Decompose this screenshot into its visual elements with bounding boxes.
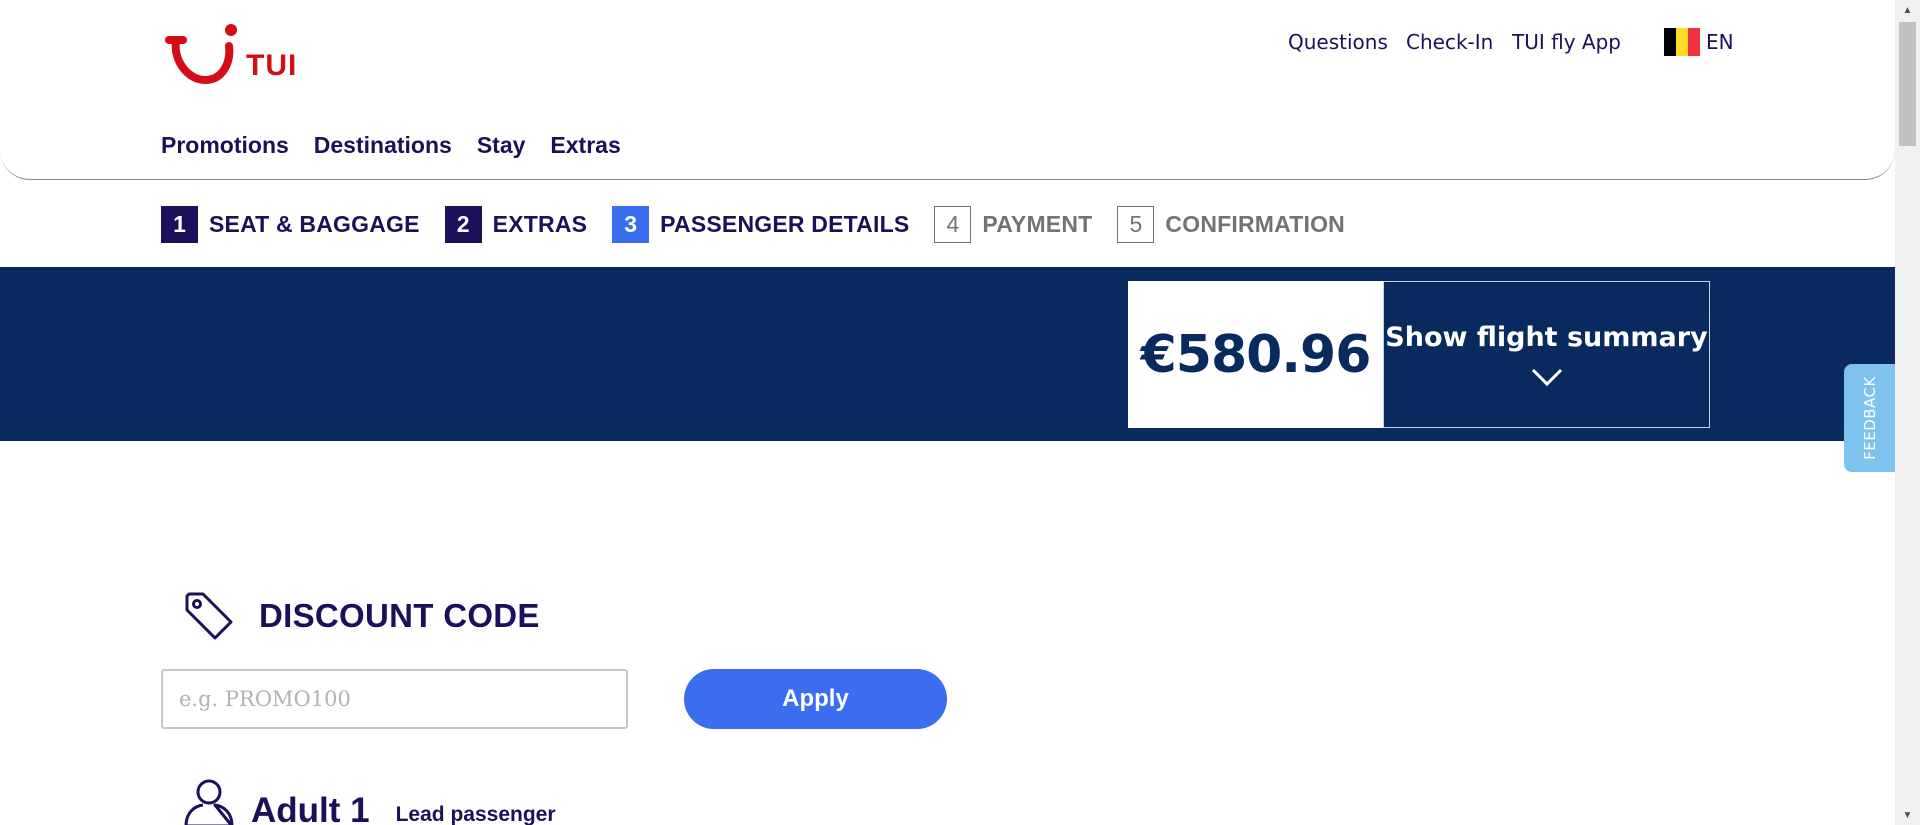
step-extras[interactable]: 2 EXTRAS bbox=[444, 206, 588, 243]
scroll-down-arrow-icon[interactable]: ▼ bbox=[1895, 805, 1920, 825]
passenger-header: Adult 1 Lead passenger bbox=[183, 778, 556, 825]
step-number: 3 bbox=[612, 206, 650, 243]
brand-name: TUI bbox=[246, 49, 298, 82]
total-price: €580.96 bbox=[1140, 324, 1372, 385]
main-nav: Promotions Destinations Stay Extras bbox=[161, 132, 621, 159]
scroll-thumb[interactable] bbox=[1899, 22, 1916, 146]
scroll-up-arrow-icon[interactable]: ▲ bbox=[1895, 0, 1920, 20]
belgium-flag-icon bbox=[1664, 28, 1700, 56]
feedback-tab[interactable]: FEEDBACK bbox=[1844, 364, 1896, 472]
discount-header: DISCOUNT CODE bbox=[183, 590, 540, 642]
chevron-down-icon bbox=[1531, 368, 1562, 387]
passenger-title: Adult 1 bbox=[251, 791, 370, 825]
lead-passenger-link[interactable]: Lead passenger bbox=[396, 803, 556, 825]
step-seat-baggage[interactable]: 1 SEAT & BAGGAGE bbox=[161, 206, 420, 243]
show-flight-summary-button[interactable]: Show flight summary bbox=[1383, 281, 1710, 428]
questions-link[interactable]: Questions bbox=[1288, 30, 1388, 54]
nav-item-stay[interactable]: Stay bbox=[477, 132, 526, 159]
check-in-link[interactable]: Check-In bbox=[1406, 30, 1493, 54]
step-confirmation: 5 CONFIRMATION bbox=[1117, 206, 1345, 243]
step-label: PAYMENT bbox=[982, 211, 1093, 237]
step-number: 4 bbox=[934, 206, 972, 243]
tui-smile-icon bbox=[165, 24, 237, 85]
step-number: 2 bbox=[444, 206, 482, 243]
apply-button[interactable]: Apply bbox=[684, 669, 947, 729]
nav-item-destinations[interactable]: Destinations bbox=[314, 132, 452, 159]
step-label: SEAT & BAGGAGE bbox=[209, 211, 420, 237]
nav-item-extras[interactable]: Extras bbox=[550, 132, 620, 159]
step-passenger-details: 3 PASSENGER DETAILS bbox=[612, 206, 909, 243]
step-label: PASSENGER DETAILS bbox=[660, 211, 910, 237]
booking-steps: 1 SEAT & BAGGAGE 2 EXTRAS 3 PASSENGER DE… bbox=[161, 206, 1370, 243]
discount-code-input[interactable] bbox=[161, 669, 628, 729]
tag-icon bbox=[185, 592, 233, 640]
site-header: TUI Questions Check-In TUI fly App EN Pr… bbox=[0, 0, 1895, 180]
language-label: EN bbox=[1706, 30, 1734, 54]
person-icon bbox=[184, 779, 234, 825]
step-number: 5 bbox=[1117, 206, 1155, 243]
total-price-box: €580.96 bbox=[1128, 281, 1383, 428]
feedback-label: FEEDBACK bbox=[1861, 376, 1880, 460]
tui-fly-app-link[interactable]: TUI fly App bbox=[1512, 30, 1621, 54]
step-number: 1 bbox=[161, 206, 198, 243]
step-label: CONFIRMATION bbox=[1165, 211, 1345, 237]
step-label: EXTRAS bbox=[492, 211, 588, 237]
step-payment: 4 PAYMENT bbox=[934, 206, 1092, 243]
tui-logo[interactable]: TUI bbox=[161, 22, 301, 88]
summary-label: Show flight summary bbox=[1385, 322, 1708, 353]
language-selector[interactable]: EN bbox=[1664, 28, 1734, 56]
page-scrollbar[interactable]: ▲ ▼ bbox=[1895, 0, 1920, 825]
discount-title: DISCOUNT CODE bbox=[259, 597, 540, 634]
nav-item-promotions[interactable]: Promotions bbox=[161, 132, 289, 159]
